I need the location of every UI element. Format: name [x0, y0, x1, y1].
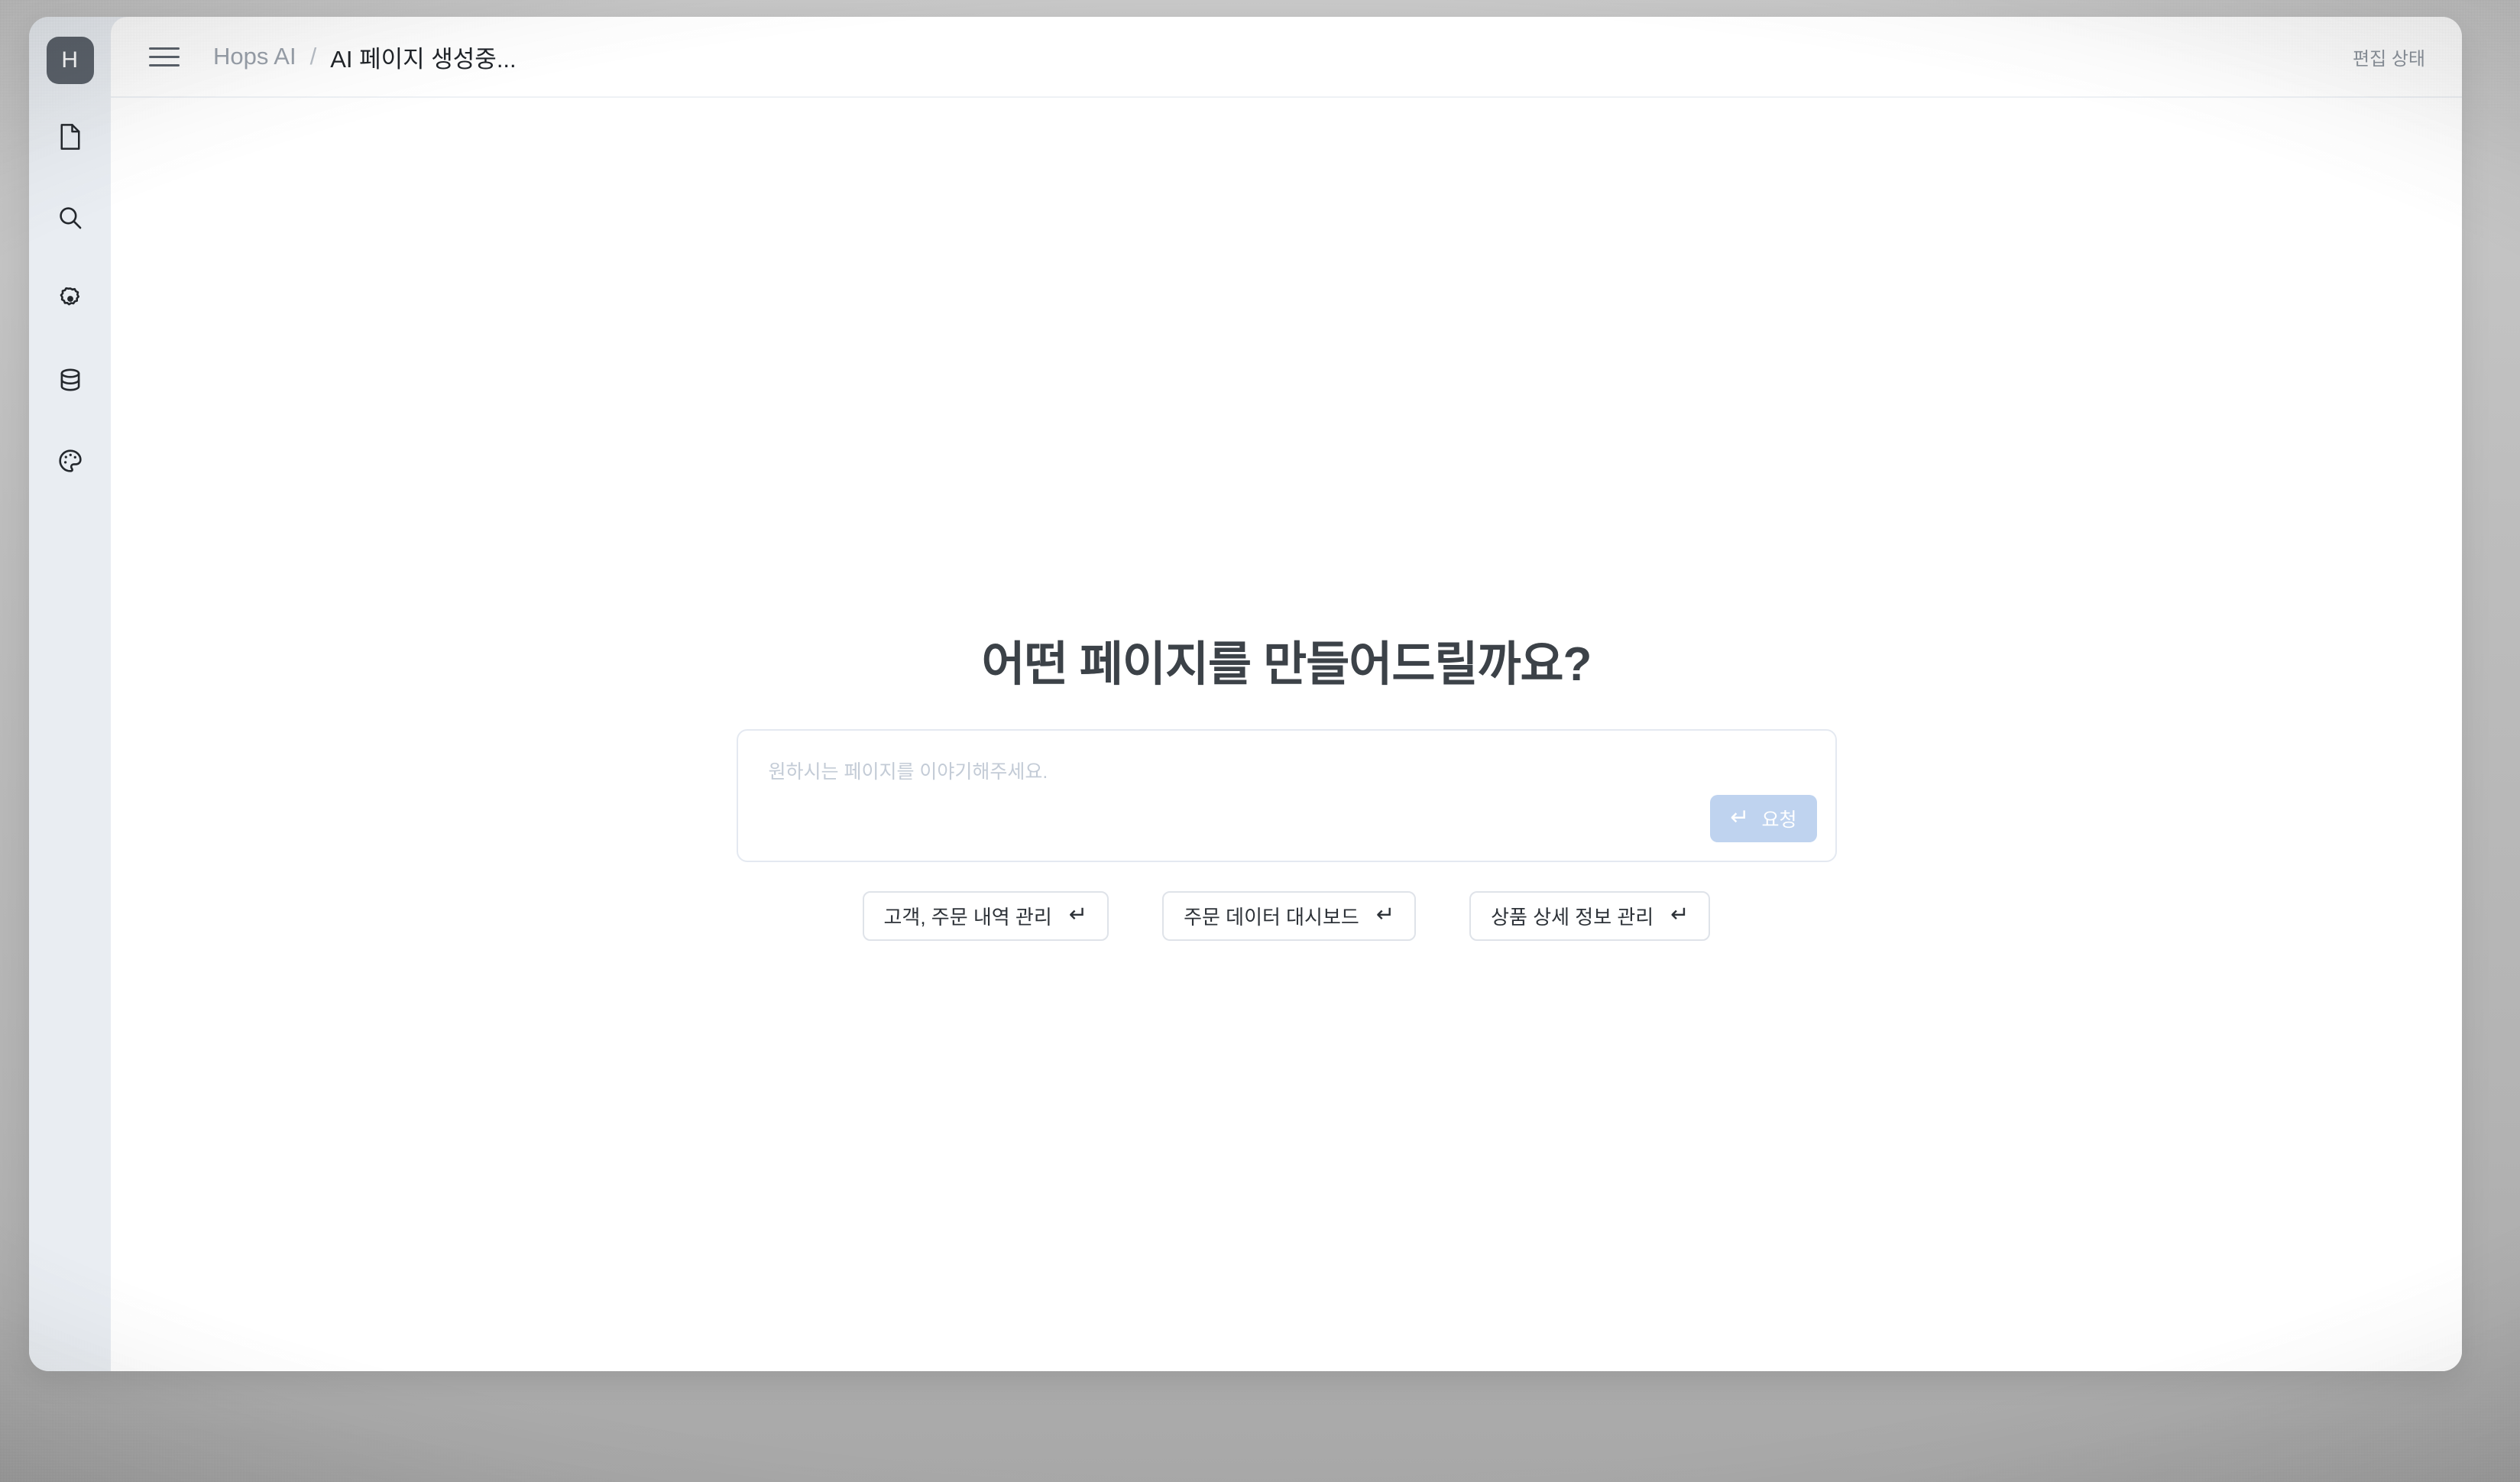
suggestion-chip-label: 고객, 주문 내역 관리 [883, 906, 1052, 929]
file-page-icon [59, 123, 82, 151]
enter-return-icon: ↵ [1375, 903, 1395, 927]
submit-request-button[interactable]: ↵ 요청 [1710, 795, 1817, 842]
sidebar-item-search[interactable] [53, 200, 88, 235]
hamburger-icon[interactable] [149, 40, 183, 73]
sidebar-item-theme[interactable] [53, 443, 88, 478]
search-icon [57, 205, 83, 231]
suggestion-chip-1[interactable]: 고객, 주문 내역 관리 ↵ [862, 891, 1109, 941]
breadcrumb: Hops AI / AI 페이지 생성중... [213, 40, 517, 74]
enter-return-icon: ↵ [1670, 903, 1689, 927]
enter-return-icon: ↵ [1068, 903, 1088, 927]
app-logo-letter: H [61, 47, 79, 73]
main-panel: Hops AI / AI 페이지 생성중... 편집 상태 어떤 페이지를 만들… [111, 17, 2462, 1371]
app-window: H Hops AI / AI 페이지 생성중... 편집 상태 어떤 페이지를 … [29, 17, 2462, 1371]
content-area: 어떤 페이지를 만들어드릴까요? 원하시는 페이지를 이야기해주세요. ↵ 요청… [111, 98, 2462, 1371]
breadcrumb-current[interactable]: AI 페이지 생성중... [330, 40, 516, 74]
page-title: 어떤 페이지를 만들어드릴까요? [981, 638, 1592, 691]
prompt-hero: 어떤 페이지를 만들어드릴까요? 원하시는 페이지를 이야기해주세요. ↵ 요청… [736, 625, 1837, 941]
database-icon [57, 367, 83, 393]
suggestion-chip-3[interactable]: 상품 상세 정보 관리 ↵ [1469, 891, 1711, 941]
suggestion-list: 고객, 주문 내역 관리 ↵ 주문 데이터 대시보드 ↵ 상품 상세 정보 관리… [862, 891, 1711, 941]
sidebar-item-database[interactable] [53, 362, 88, 397]
status-badge: 편집 상태 [2353, 48, 2425, 70]
prompt-placeholder: 원하시는 페이지를 이야기해주세요. [768, 761, 1048, 783]
gear-icon [57, 286, 83, 312]
breadcrumb-separator: / [309, 43, 317, 70]
palette-icon [57, 448, 83, 474]
sidebar-icon-list [53, 119, 88, 478]
app-logo[interactable]: H [46, 37, 94, 84]
sidebar-item-settings[interactable] [53, 281, 88, 316]
suggestion-chip-label: 상품 상세 정보 관리 [1491, 906, 1654, 929]
prompt-input[interactable]: 원하시는 페이지를 이야기해주세요. ↵ 요청 [736, 729, 1837, 862]
suggestion-chip-label: 주문 데이터 대시보드 [1184, 906, 1359, 929]
enter-return-icon: ↵ [1730, 805, 1750, 830]
app-header: Hops AI / AI 페이지 생성중... 편집 상태 [111, 17, 2462, 98]
submit-request-label: 요청 [1761, 809, 1797, 831]
sidebar: H [29, 17, 111, 1371]
breadcrumb-root[interactable]: Hops AI [213, 43, 296, 70]
sidebar-item-pages[interactable] [53, 119, 88, 154]
suggestion-chip-2[interactable]: 주문 데이터 대시보드 ↵ [1162, 891, 1417, 941]
